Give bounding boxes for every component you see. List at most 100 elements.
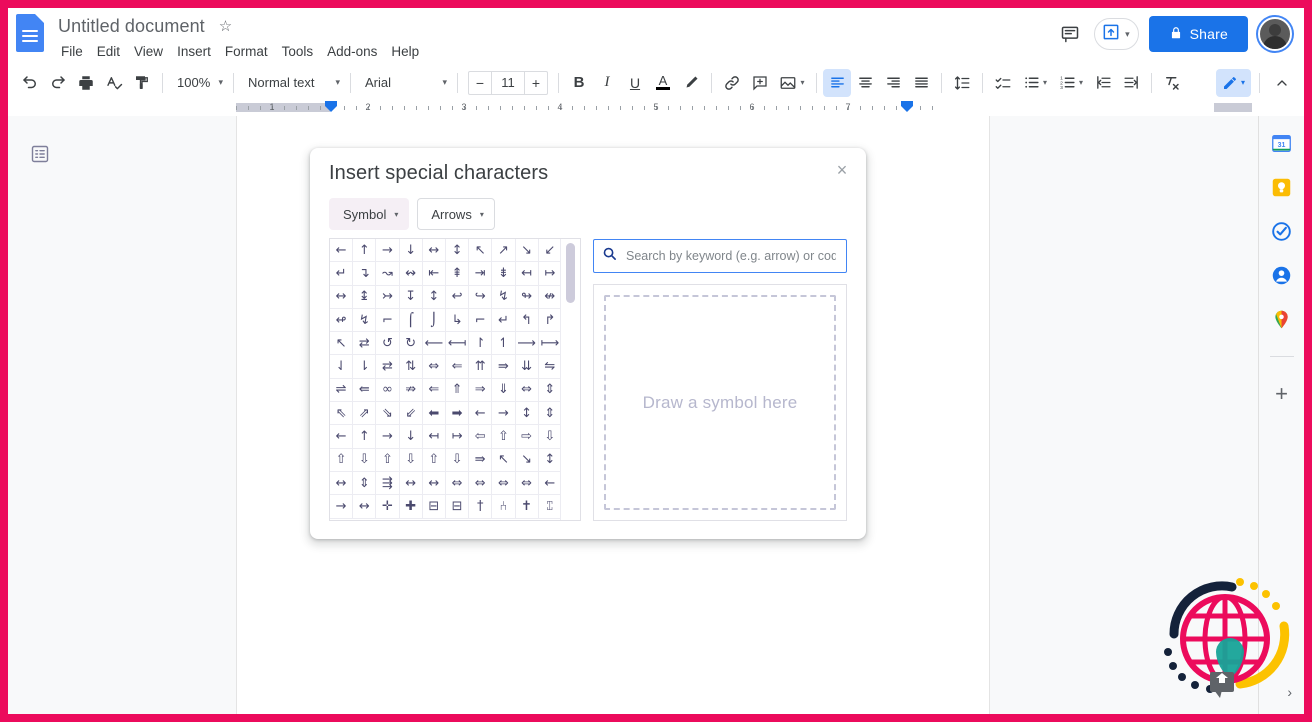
symbol-cell[interactable]: ↔ (330, 285, 354, 309)
symbol-cell[interactable]: ⇶ (376, 471, 400, 496)
italic-button[interactable]: I (593, 69, 621, 97)
symbol-cell[interactable]: ↔ (353, 495, 377, 519)
text-color-button[interactable]: A (649, 69, 677, 97)
document-title[interactable]: Untitled document (54, 14, 209, 39)
symbol-cell[interactable]: ∞ (376, 378, 400, 403)
symbol-cell[interactable]: ⇌ (330, 378, 354, 403)
symbol-cell[interactable]: ⌡ (422, 308, 446, 333)
symbol-cell[interactable]: ↬ (515, 285, 539, 309)
search-input[interactable] (624, 248, 838, 264)
underline-button[interactable]: U (621, 69, 649, 97)
symbol-cell[interactable]: ⇩ (445, 448, 470, 472)
line-spacing-icon[interactable] (948, 69, 976, 97)
symbol-grid-scrollbar-thumb[interactable] (566, 243, 576, 303)
symbol-cell[interactable]: ↳ (445, 308, 470, 333)
symbol-cell[interactable]: ⇄ (376, 355, 400, 379)
symbol-cell[interactable]: ⇐ (445, 355, 470, 379)
menu-item-format[interactable]: Format (218, 41, 275, 62)
symbol-cell[interactable]: ↔ (330, 471, 354, 496)
symbol-cell[interactable]: ↿ (492, 332, 516, 356)
menu-item-help[interactable]: Help (384, 41, 426, 62)
symbol-cell[interactable]: ↱ (538, 309, 561, 333)
symbol-cell[interactable]: → (492, 402, 516, 426)
spellcheck-icon[interactable] (100, 69, 128, 97)
symbol-cell[interactable]: ⇊ (515, 355, 539, 379)
symbol-cell[interactable]: ⇐ (422, 378, 446, 403)
symbol-cell[interactable]: ⇔ (515, 378, 539, 403)
symbol-cell[interactable]: ⌠ (399, 308, 423, 333)
insert-link-icon[interactable] (718, 69, 746, 97)
symbol-cell[interactable]: ⇙ (399, 402, 423, 426)
symbol-cell[interactable]: ↫ (330, 308, 354, 333)
font-size-decrease-button[interactable]: − (469, 72, 491, 94)
menu-item-file[interactable]: File (54, 41, 90, 62)
symbol-cell[interactable]: ↯ (353, 308, 377, 333)
align-left-icon[interactable] (823, 68, 851, 97)
symbol-cell[interactable]: ↔ (422, 239, 446, 263)
symbol-cell[interactable]: ⟵ (422, 332, 446, 356)
symbol-cell[interactable]: → (376, 425, 400, 449)
symbol-cell[interactable]: ← (538, 472, 561, 496)
symbol-cell[interactable]: ⇓ (492, 378, 516, 403)
symbol-cell[interactable]: ⑃ (492, 495, 516, 519)
comment-history-icon[interactable] (1056, 20, 1084, 48)
symbol-cell[interactable]: ↮ (538, 286, 561, 309)
symbol-cell[interactable]: ⇕ (538, 402, 561, 426)
symbol-cell[interactable]: ↕ (422, 285, 446, 309)
draw-canvas[interactable]: Draw a symbol here (604, 295, 836, 510)
symbol-cell[interactable]: ↣ (376, 285, 400, 309)
document-outline-icon[interactable] (26, 140, 54, 168)
symbol-cell[interactable]: ↓ (399, 425, 423, 449)
symbol-cell[interactable]: ↖ (469, 239, 493, 263)
symbol-cell[interactable]: ↕ (445, 239, 470, 263)
align-center-icon[interactable] (851, 69, 879, 97)
symbol-cell[interactable]: ← (330, 425, 354, 449)
symbol-cell[interactable]: ➡ (445, 402, 470, 426)
google-contacts-icon[interactable] (1271, 264, 1293, 286)
menu-item-view[interactable]: View (127, 41, 170, 62)
font-size-input[interactable]: 11 (491, 71, 525, 94)
chevron-up-icon[interactable] (1268, 69, 1296, 97)
symbol-cell[interactable]: ⑄ (538, 495, 561, 519)
symbol-cell[interactable]: ⇔ (445, 471, 470, 496)
symbol-cell[interactable]: ⇔ (492, 471, 516, 496)
symbol-cell[interactable]: ⇔ (469, 471, 493, 496)
clear-formatting-icon[interactable] (1158, 69, 1186, 97)
symbol-search-box[interactable] (593, 239, 847, 273)
symbol-cell[interactable]: ↕ (538, 449, 561, 472)
share-button[interactable]: Share (1148, 16, 1248, 52)
expand-panel-icon[interactable]: › (1287, 684, 1292, 700)
symbol-cell[interactable]: ↖ (492, 448, 516, 472)
symbol-cell[interactable]: ⇟ (492, 262, 516, 286)
symbol-cell[interactable]: ↪ (469, 285, 493, 309)
menu-item-edit[interactable]: Edit (90, 41, 127, 62)
symbol-cell[interactable]: ⇤ (422, 262, 446, 286)
symbol-cell[interactable]: ↘ (515, 239, 539, 263)
symbol-cell[interactable]: ⇏ (399, 378, 423, 403)
redo-icon[interactable] (44, 69, 72, 97)
symbol-cell[interactable]: ⇧ (330, 448, 354, 472)
symbol-cell[interactable]: ↓ (399, 239, 423, 263)
add-app-plus-icon[interactable]: + (1275, 383, 1288, 405)
symbol-cell[interactable]: ⇖ (330, 402, 354, 426)
bold-button[interactable]: B (565, 69, 593, 97)
symbol-cell[interactable]: ↦ (538, 262, 561, 286)
zoom-select[interactable]: 100% ▾ (169, 70, 227, 96)
symbol-cell[interactable]: ⇥ (469, 262, 493, 286)
google-calendar-icon[interactable]: 31 (1271, 132, 1293, 154)
symbol-cell[interactable]: ⊟ (445, 495, 470, 519)
symbol-cell[interactable]: ⇄ (353, 332, 377, 356)
symbol-cell[interactable]: ⇘ (376, 402, 400, 426)
symbol-cell[interactable]: ↧ (399, 285, 423, 309)
symbol-cell[interactable]: ⇚ (353, 378, 377, 403)
symbol-cell[interactable]: ⇔ (422, 355, 446, 379)
symbol-cell[interactable]: ↤ (515, 262, 539, 286)
star-icon[interactable]: ☆ (219, 17, 232, 35)
subcategory-select[interactable]: Arrows ▾ (417, 198, 495, 230)
symbol-cell[interactable]: ↦ (445, 425, 470, 449)
menu-item-insert[interactable]: Insert (170, 41, 218, 62)
symbol-cell[interactable]: ⌐ (376, 308, 400, 333)
add-comment-icon[interactable] (746, 69, 774, 97)
menu-item-tools[interactable]: Tools (275, 41, 321, 62)
symbol-grid-scroll-area[interactable]: ← ↑ → ↓ ↔ ↕ ↖ ↗ ↘ ↙ ↵ ↴ ↝ ↭ ⇤ ⇞ ⇥ ⇟ ↤ ↦ ↔ ↨ ↣ ↧ ↕ ↩ ↪ ↯ ↬ ↮ ↫ ↯ ⌐ ⌠ ⌡ ↳ ⌐ ↵ ↰ ↱… (330, 239, 561, 520)
